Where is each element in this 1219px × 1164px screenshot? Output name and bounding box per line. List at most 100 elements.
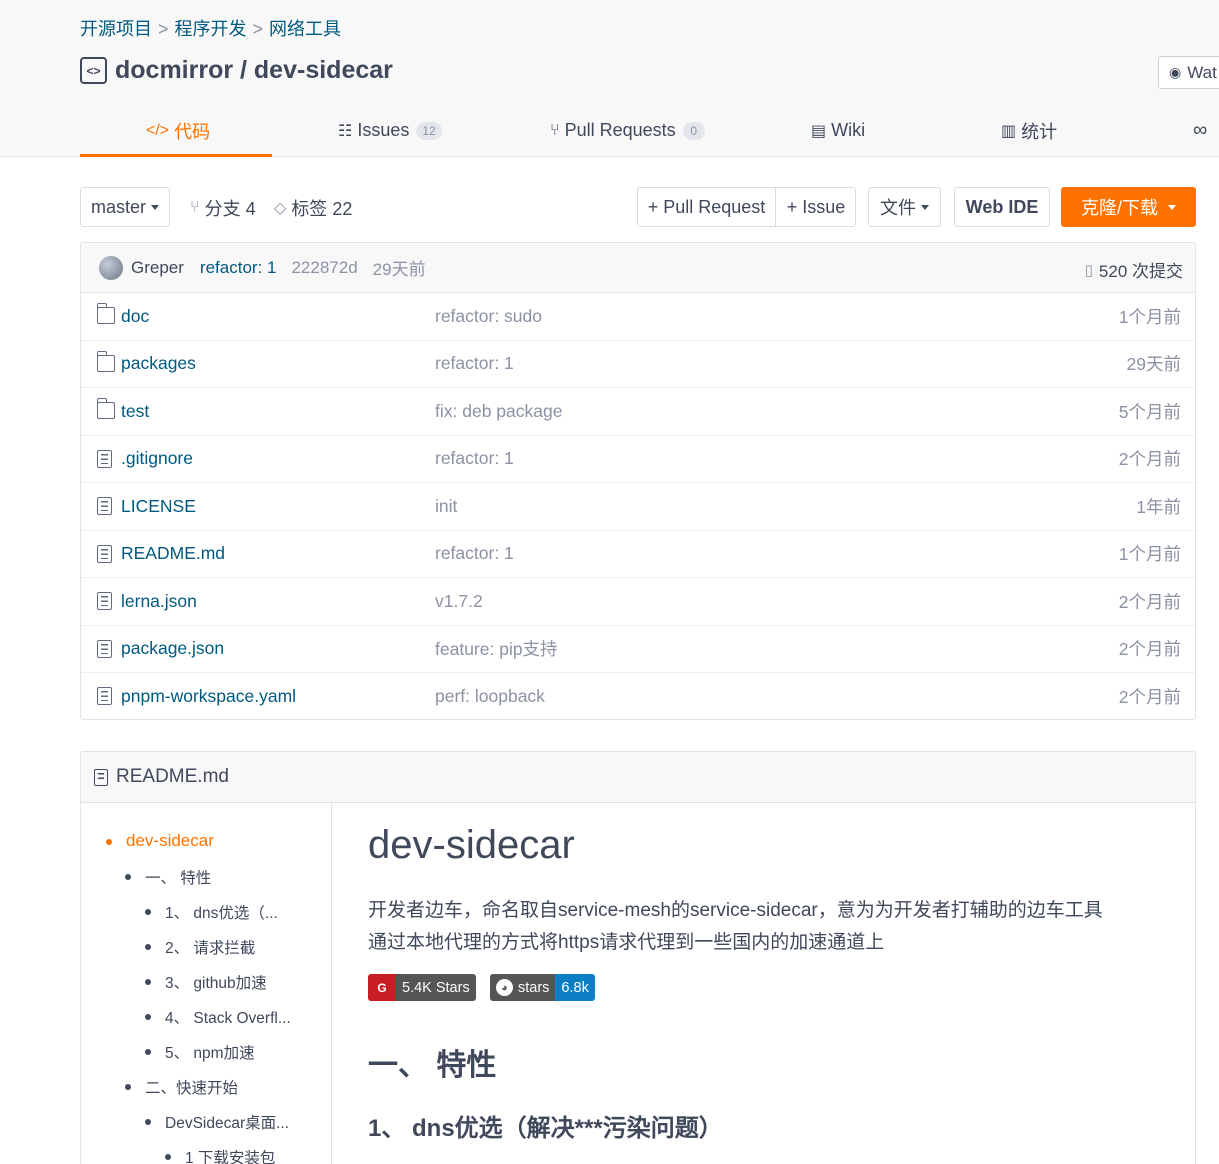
file-row[interactable]: packages refactor: 1 29天前 [81, 341, 1195, 388]
file-name[interactable]: pnpm-workspace.yaml [121, 686, 296, 707]
file-name[interactable]: lerna.json [121, 591, 197, 612]
folder-icon [96, 350, 115, 372]
commits-icon: ▯ [1084, 261, 1093, 279]
breadcrumb: 开源项目 > 程序开发 > 网络工具 [80, 15, 341, 41]
tab-issues[interactable]: ☷ Issues 12 [338, 104, 442, 157]
tab-label: 统计 [1021, 121, 1058, 142]
file-commit-time: 1个月前 [1118, 544, 1181, 565]
file-name[interactable]: doc [121, 306, 149, 327]
file-commit-message[interactable]: refactor: sudo [435, 306, 542, 327]
tab-wiki[interactable]: ▤ Wiki [811, 104, 865, 157]
file-row[interactable]: doc refactor: sudo 1个月前 [81, 293, 1195, 341]
toc-item[interactable]: 2、 请求拦截 [144, 936, 255, 958]
watch-label: Wat [1187, 62, 1217, 82]
watch-button[interactable]: ◉ Wat [1158, 56, 1219, 89]
clone-download-button[interactable]: 克隆/下载 [1061, 187, 1196, 227]
github-icon: ◕ [496, 979, 513, 996]
file-commit-message[interactable]: refactor: 1 [435, 448, 514, 469]
repo-header: 开源项目 > 程序开发 > 网络工具 <> docmirror / dev-sideca… [0, 0, 1219, 157]
file-row[interactable]: README.md refactor: 1 1个月前 [81, 531, 1195, 578]
commit-count-link[interactable]: ▯ 520 次提交 [1085, 257, 1183, 282]
toc-item[interactable]: 3、 github加速 [145, 971, 267, 993]
toc-item[interactable]: dev-sidecar [106, 831, 214, 851]
toc-item[interactable]: 1、 dns优选（... [145, 901, 278, 923]
file-row[interactable]: pnpm-workspace.yaml perf: loopback 2个月前 [81, 673, 1195, 721]
tab-code[interactable]: </> 代码 [146, 104, 210, 157]
tags-link[interactable]: ◇ 标签 22 [274, 195, 352, 221]
readme-heading-2: 一、 特性 [368, 1049, 497, 1082]
file-commit-message[interactable]: v1.7.2 [435, 591, 483, 612]
file-row[interactable]: LICENSE init 1年前 [81, 483, 1195, 531]
file-name[interactable]: README.md [121, 543, 225, 564]
branch-select[interactable]: master [80, 187, 170, 227]
toc-item[interactable]: 5、 npm加速 [145, 1041, 255, 1063]
file-menu-button[interactable]: 文件 [868, 187, 941, 227]
create-button-group: + Pull Request + Issue [637, 187, 856, 227]
repo-icon: <> [80, 57, 107, 84]
web-ide-button[interactable]: Web IDE [954, 187, 1050, 227]
branches-label: 分支 4 [204, 199, 256, 219]
file-icon [97, 687, 112, 705]
file-row[interactable]: lerna.json v1.7.2 2个月前 [81, 578, 1195, 626]
file-name[interactable]: test [121, 401, 149, 422]
file-row[interactable]: package.json feature: pip支持 2个月前 [81, 626, 1195, 673]
tags-label: 标签 22 [291, 199, 353, 219]
file-commit-time: 2个月前 [1118, 639, 1181, 660]
readme-paragraph: 开发者边车，命名取自service-mesh的service-sidecar，意… [368, 900, 1103, 921]
file-icon [94, 768, 108, 786]
folder-icon [96, 303, 115, 324]
toc-item[interactable]: 一、 特性 [124, 866, 211, 888]
new-issue-button[interactable]: + Issue [775, 188, 856, 226]
file-icon [97, 592, 112, 610]
new-pull-request-button[interactable]: + Pull Request [638, 188, 775, 226]
file-commit-message[interactable]: fix: deb package [435, 401, 562, 422]
file-commit-message[interactable]: refactor: 1 [435, 353, 514, 374]
repo-title: <> docmirror / dev-sidecar [80, 56, 393, 85]
toc-item[interactable]: 1 下载安装包 [164, 1146, 275, 1164]
file-name[interactable]: packages [121, 353, 196, 374]
branch-icon: ⑂ [190, 199, 200, 216]
tab-more[interactable]: ∞ [1193, 104, 1207, 157]
chevron-down-icon [921, 204, 929, 210]
file-name[interactable]: .gitignore [121, 448, 193, 469]
file-commit-message[interactable]: init [435, 496, 457, 517]
gitee-stars-text: 5.4K Stars [396, 974, 476, 1001]
file-commit-time: 2个月前 [1118, 591, 1181, 612]
toc-item[interactable]: 二、快速开始 [124, 1076, 238, 1098]
pr-count-badge: 0 [682, 121, 705, 140]
branches-link[interactable]: ⑂ 分支 4 [190, 195, 256, 221]
toc-item[interactable]: 4、 Stack Overfl... [145, 1006, 291, 1028]
file-commit-time: 2个月前 [1118, 687, 1181, 708]
commit-author[interactable]: Greper [131, 258, 184, 278]
file-commit-message[interactable]: refactor: 1 [435, 543, 514, 564]
file-icon [97, 639, 112, 658]
file-row[interactable]: .gitignore refactor: 1 2个月前 [81, 436, 1195, 483]
tab-label: Pull Requests [564, 120, 676, 140]
commit-sha[interactable]: 222872d [291, 258, 357, 278]
file-row[interactable]: test fix: deb package 5个月前 [81, 388, 1195, 436]
breadcrumb-item[interactable]: 程序开发 [175, 19, 247, 39]
file-name[interactable]: package.json [121, 638, 224, 659]
eye-icon: ◉ [1169, 64, 1182, 80]
more-icon: ∞ [1193, 119, 1208, 141]
tab-stats[interactable]: ▥ 统计 [1001, 104, 1057, 157]
breadcrumb-item[interactable]: 网络工具 [269, 19, 341, 39]
tab-label: Wiki [831, 120, 866, 140]
breadcrumb-item[interactable]: 开源项目 [80, 19, 152, 39]
toc-item[interactable]: DevSidecar桌面... [144, 1111, 289, 1133]
repo-name[interactable]: docmirror / dev-sidecar [115, 56, 393, 85]
avatar[interactable] [99, 255, 123, 280]
commit-message[interactable]: refactor: 1 [200, 258, 277, 278]
file-name[interactable]: LICENSE [121, 496, 196, 517]
gitee-stars-badge[interactable]: G 5.4K Stars [368, 974, 476, 1001]
github-stars-value: 6.8k [555, 974, 595, 1001]
wiki-icon: ▤ [811, 122, 827, 140]
file-commit-message[interactable]: feature: pip支持 [435, 636, 558, 661]
readme-heading-3: 1、 dns优选（解决***污染问题） [368, 1115, 723, 1142]
file-commit-message[interactable]: perf: loopback [435, 686, 545, 707]
file-commit-time: 1年前 [1136, 496, 1181, 517]
github-stars-badge[interactable]: ◕ stars 6.8k [490, 974, 595, 1001]
code-icon: </> [146, 121, 170, 139]
readme-toc: dev-sidecar 一、 特性 1、 dns优选（... 2、 请求拦截 3、 gi… [81, 803, 332, 1164]
tab-pull-requests[interactable]: ⑂ Pull Requests 0 [550, 104, 705, 157]
